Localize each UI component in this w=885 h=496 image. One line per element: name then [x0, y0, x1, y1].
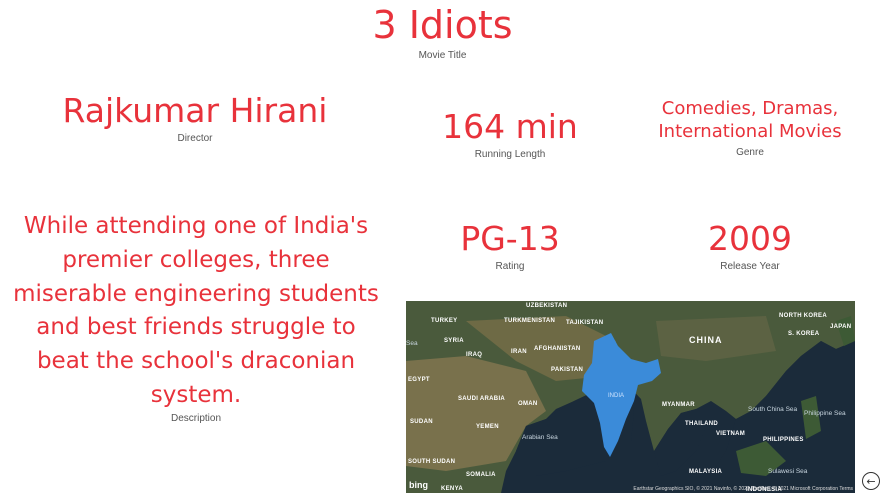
director-label: Director — [177, 132, 213, 144]
map-label-turkey: TURKEY — [431, 318, 457, 324]
map-label-egypt: EGYPT — [408, 377, 430, 383]
map-sea-sulawesi: Sulawesi Sea — [768, 468, 808, 475]
movie-title-label: Movie Title — [418, 49, 467, 61]
map-label-saudi-arabia: SAUDI ARABIA — [458, 396, 505, 402]
genre-label: Genre — [736, 147, 764, 158]
map-label-vietnam: VIETNAM — [716, 431, 745, 437]
map-label-japan: JAPAN — [830, 324, 851, 330]
map-sea-mediterranean: Sea — [406, 340, 418, 347]
map-sea-philippine: Philippine Sea — [804, 410, 846, 417]
map-attribution: Earthstar Geographics SIO, © 2021 Navinf… — [633, 486, 853, 492]
director-card: Rajkumar Hirani Director — [30, 91, 360, 144]
description-value: While attending one of India's premier c… — [13, 213, 379, 408]
arrow-left-circle-icon: ← — [866, 474, 876, 488]
map-label-iraq: IRAQ — [466, 352, 482, 358]
map-label-yemen: YEMEN — [476, 424, 499, 430]
map-label-south-sudan: SOUTH SUDAN — [408, 459, 455, 465]
genre-value: Comedies, Dramas, International Movies — [658, 98, 842, 142]
map-label-pakistan: PAKISTAN — [551, 367, 583, 373]
map-label-afghanistan: AFGHANISTAN — [534, 346, 581, 352]
map-label-somalia: SOMALIA — [466, 472, 496, 478]
map-sea-arabian: Arabian Sea — [522, 434, 558, 441]
rating-label: Rating — [495, 260, 525, 272]
rating-card: PG-13 Rating — [430, 219, 590, 272]
movie-title-value: 3 Idiots — [372, 3, 513, 47]
map-label-uzbekistan: UZBEKISTAN — [526, 303, 567, 309]
map-label-philippines: PHILIPPINES — [763, 437, 804, 443]
back-button[interactable]: ← — [862, 472, 880, 490]
map-sea-south-china: South China Sea — [748, 406, 798, 413]
map-label-north-korea: NORTH KOREA — [779, 313, 827, 319]
map-label-china: CHINA — [689, 335, 723, 345]
map-label-turkmenistan: TURKMENISTAN — [504, 318, 555, 324]
release-year-card: 2009 Release Year — [670, 219, 830, 272]
map-label-south-korea: S. KOREA — [788, 331, 820, 337]
rating-value: PG-13 — [460, 219, 560, 258]
map-label-kenya: KENYA — [441, 486, 463, 492]
map-label-sudan: SUDAN — [410, 419, 433, 425]
map-label-tajikistan: TAJIKISTAN — [566, 320, 603, 326]
map-label-malaysia: MALAYSIA — [689, 469, 723, 475]
genre-card: Comedies, Dramas, International Movies G… — [640, 98, 860, 158]
map-label-syria: SYRIA — [444, 338, 464, 344]
country-map[interactable]: UZBEKISTAN TURKMENISTAN TAJIKISTAN TURKE… — [406, 301, 855, 493]
map-label-india: INDIA — [608, 393, 624, 399]
map-label-thailand: THAILAND — [685, 421, 718, 427]
release-year-value: 2009 — [708, 219, 792, 258]
bing-logo: bing — [409, 480, 428, 490]
movie-title-card: 3 Idiots Movie Title — [300, 3, 585, 61]
release-year-label: Release Year — [720, 260, 780, 272]
map-canvas[interactable]: UZBEKISTAN TURKMENISTAN TAJIKISTAN TURKE… — [406, 301, 855, 493]
running-length-value: 164 min — [442, 107, 578, 146]
description-card: While attending one of India's premier c… — [10, 210, 382, 424]
map-label-oman: OMAN — [518, 401, 538, 407]
description-label: Description — [170, 412, 222, 424]
map-label-myanmar: MYANMAR — [662, 402, 695, 408]
map-label-iran: IRAN — [511, 349, 527, 355]
running-length-card: 164 min Running Length — [420, 107, 600, 160]
running-length-label: Running Length — [474, 148, 546, 160]
director-value: Rajkumar Hirani — [62, 91, 328, 130]
